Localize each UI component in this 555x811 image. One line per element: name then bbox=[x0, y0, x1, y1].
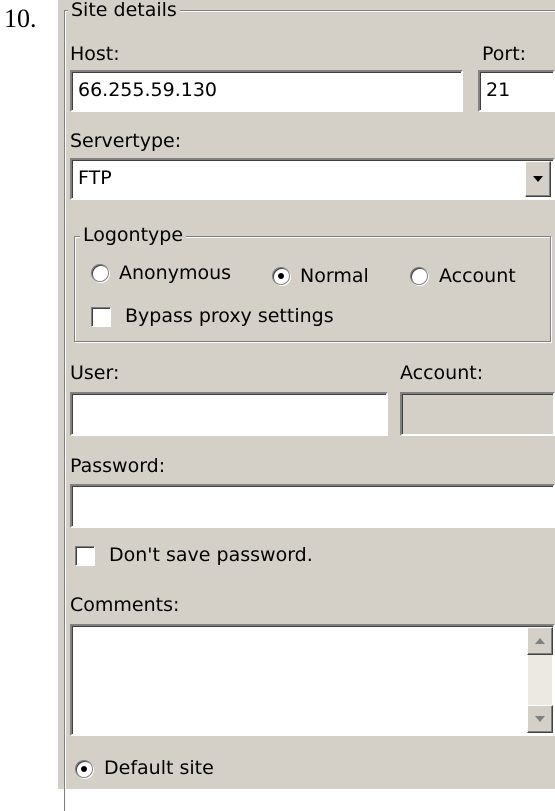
arrow-up-icon bbox=[535, 638, 545, 644]
default-site-label[interactable]: Default site bbox=[104, 757, 214, 779]
host-label: Host: bbox=[70, 43, 120, 65]
anonymous-radio[interactable] bbox=[91, 264, 109, 282]
anonymous-radio-label[interactable]: Anonymous bbox=[119, 262, 231, 284]
comments-scroll-down-button[interactable] bbox=[527, 705, 553, 733]
site-details-group-label: Site details bbox=[68, 0, 180, 21]
logontype-group-label: Logontype bbox=[80, 224, 187, 246]
arrow-down-icon bbox=[535, 716, 545, 722]
account-label: Account: bbox=[400, 362, 484, 384]
default-site-radio[interactable] bbox=[75, 760, 93, 778]
comments-textarea[interactable] bbox=[70, 624, 555, 736]
port-label: Port: bbox=[482, 43, 527, 65]
servertype-select[interactable]: FTP bbox=[70, 158, 555, 200]
site-details-panel: Site details Host: 66.255.59.130 Port: 2… bbox=[58, 0, 555, 811]
step-number: 10. bbox=[4, 4, 37, 33]
account-radio[interactable] bbox=[410, 267, 428, 285]
host-input[interactable]: 66.255.59.130 bbox=[70, 70, 463, 112]
servertype-dropdown-button[interactable] bbox=[525, 161, 551, 197]
account-input bbox=[400, 392, 555, 436]
comments-label: Comments: bbox=[70, 594, 180, 616]
user-input[interactable] bbox=[70, 392, 388, 436]
servertype-label: Servertype: bbox=[70, 130, 182, 152]
dont-save-password-label[interactable]: Don't save password. bbox=[109, 544, 313, 566]
bypass-proxy-checkbox[interactable] bbox=[91, 307, 111, 327]
user-label: User: bbox=[70, 362, 120, 384]
port-input[interactable]: 21 bbox=[478, 70, 555, 112]
dont-save-password-checkbox[interactable] bbox=[75, 546, 95, 566]
comments-scroll-up-button[interactable] bbox=[527, 627, 553, 655]
account-radio-label[interactable]: Account bbox=[439, 265, 516, 287]
normal-radio[interactable] bbox=[272, 267, 290, 285]
password-label: Password: bbox=[70, 455, 166, 477]
bypass-proxy-label[interactable]: Bypass proxy settings bbox=[125, 305, 334, 327]
chevron-down-icon bbox=[533, 176, 543, 182]
normal-radio-label[interactable]: Normal bbox=[300, 265, 369, 287]
password-input[interactable] bbox=[70, 484, 555, 528]
